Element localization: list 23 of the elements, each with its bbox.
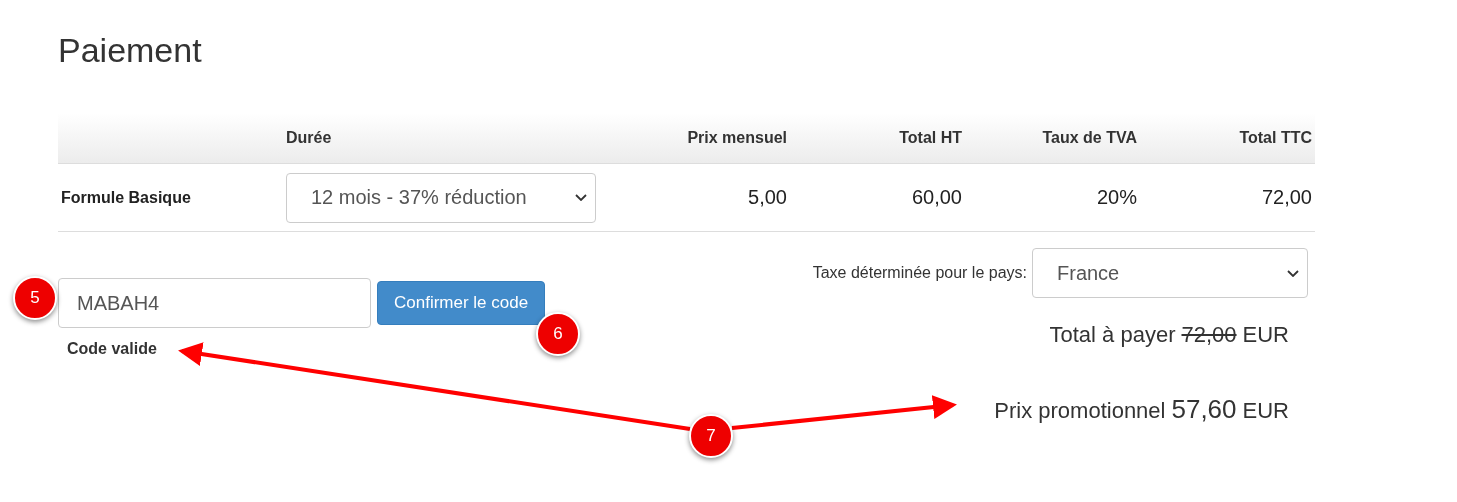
- step-badge: 5: [13, 276, 57, 320]
- tax-country-label: Taxe déterminée pour le pays:: [812, 264, 1027, 282]
- code-status: Code valide: [67, 340, 158, 358]
- currency: EUR: [1242, 397, 1289, 425]
- page-title: Paiement: [58, 30, 203, 70]
- table-cell: 72,00: [1261, 186, 1312, 209]
- table-cell: 5,00: [748, 186, 787, 209]
- chevron-down-icon: [1287, 269, 1299, 277]
- plan-name: Formule Basique: [60, 188, 191, 207]
- promo-price-label: Prix promotionnel: [994, 397, 1166, 425]
- duration-select[interactable]: 12 mois - 37% réduction: [286, 172, 596, 223]
- table-cell: 20%: [1096, 186, 1137, 209]
- table-cell: 60,00: [911, 186, 962, 209]
- currency: EUR: [1242, 321, 1289, 349]
- country-select[interactable]: France: [1032, 248, 1308, 298]
- promo-price: 57,60: [1171, 394, 1237, 424]
- confirm-code-button[interactable]: Confirmer le code: [377, 281, 546, 325]
- chevron-down-icon: [575, 194, 587, 201]
- old-price: 72,00: [1181, 321, 1237, 349]
- promo-code-field[interactable]: MABAH4: [58, 278, 371, 328]
- step-badge: 7: [689, 414, 733, 458]
- step-badge: 6: [536, 312, 580, 356]
- total-label: Total à payer: [1049, 321, 1176, 349]
